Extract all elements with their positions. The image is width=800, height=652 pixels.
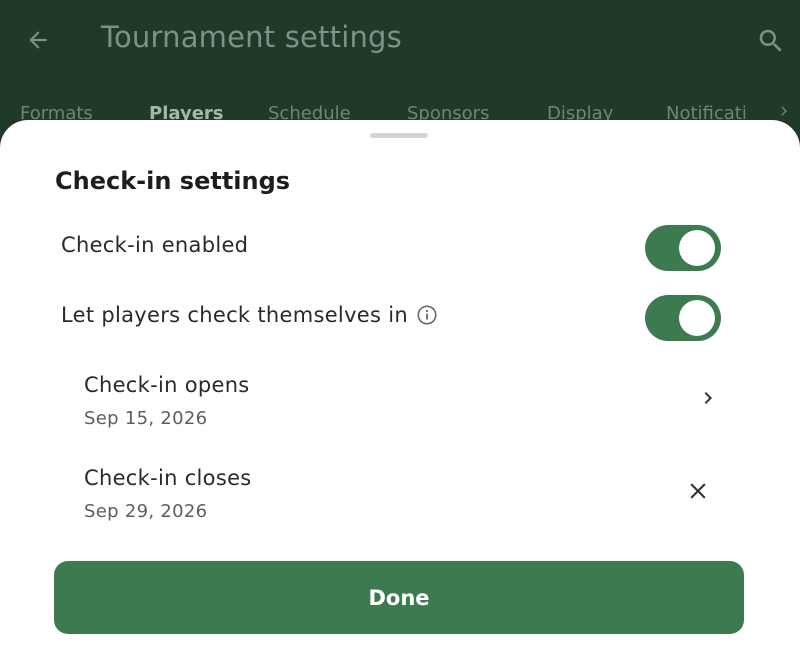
search-button[interactable]	[752, 22, 790, 60]
toggle-knob	[679, 300, 715, 336]
drag-handle[interactable]	[370, 133, 428, 138]
info-icon[interactable]	[416, 304, 438, 326]
close-icon	[690, 483, 706, 499]
page-title: Tournament settings	[101, 20, 402, 54]
done-button[interactable]: Done	[54, 561, 744, 634]
checkin-closes-date: Sep 29, 2026	[84, 501, 208, 522]
arrow-back-icon	[29, 31, 47, 49]
search-icon	[759, 29, 782, 52]
checkin-closes-title[interactable]: Check-in closes	[84, 466, 252, 490]
checkin-enabled-toggle[interactable]	[645, 225, 721, 271]
back-button[interactable]	[20, 22, 56, 58]
checkin-opens-date: Sep 15, 2026	[84, 408, 208, 429]
chevron-right-icon	[781, 106, 787, 116]
self-checkin-toggle[interactable]	[645, 295, 721, 341]
checkin-opens-chevron-button[interactable]	[690, 380, 726, 416]
sheet-title: Check-in settings	[55, 167, 291, 195]
checkin-enabled-label: Check-in enabled	[61, 233, 249, 257]
self-checkin-label: Let players check themselves in	[61, 303, 408, 327]
checkin-opens-title[interactable]: Check-in opens	[84, 373, 250, 397]
self-checkin-row: Let players check themselves in	[61, 303, 438, 327]
chevron-right-icon	[704, 392, 712, 404]
app-bar: Tournament settings	[0, 0, 800, 80]
toggle-knob	[679, 230, 715, 266]
clear-checkin-closes-button[interactable]	[680, 473, 716, 509]
bottom-sheet: Check-in settings Check-in enabled Let p…	[0, 120, 800, 652]
